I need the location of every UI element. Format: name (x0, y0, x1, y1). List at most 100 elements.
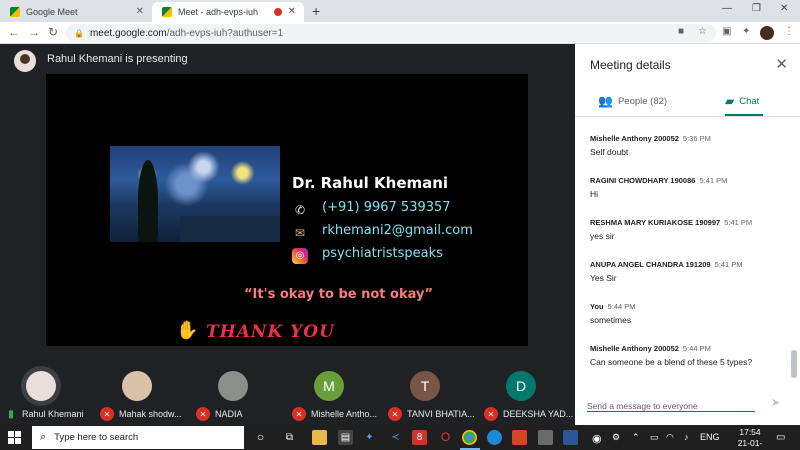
tab-google-meet[interactable]: Google Meet ✕ (0, 2, 152, 22)
edge-icon[interactable] (487, 430, 502, 445)
url-host: meet.google.com (89, 27, 167, 39)
avatar (218, 371, 248, 401)
chat-message-list[interactable]: Mishelle Anthony 200052 5:36 PM Self doub… (575, 126, 800, 376)
lock-icon: 🔒 (74, 28, 84, 38)
avatar (122, 371, 152, 401)
cortana-icon[interactable]: ○ (253, 430, 268, 445)
tab-title: Meet - adh-evps-iuh (178, 7, 259, 17)
slide-email: rkhemani2@gmail.com (322, 223, 473, 238)
close-panel-icon[interactable]: ✕ (775, 55, 788, 73)
instagram-icon: ◎ (292, 248, 308, 264)
meet-favicon-icon (162, 7, 172, 17)
vscode-icon[interactable]: ≺ (388, 430, 403, 445)
mic-off-icon: ✕ (100, 407, 114, 421)
message-time: 5:41 PM (724, 218, 753, 227)
reload-icon[interactable]: ↻ (48, 25, 58, 39)
tab-title: Google Meet (26, 7, 78, 17)
avatar: T (410, 371, 440, 401)
maximize-button[interactable]: ❐ (752, 3, 761, 14)
camera-icon[interactable]: ■ (678, 26, 684, 37)
bookmark-star-icon[interactable]: ☆ (698, 26, 707, 37)
store-icon[interactable]: ▤ (338, 430, 353, 445)
send-icon[interactable]: ➤ (771, 396, 780, 409)
extension-icon[interactable]: ▣ (722, 26, 731, 37)
chat-message: ANUPA ANGEL CHANDRA 191209 5:41 PM Yes Si… (590, 260, 790, 283)
close-tab-icon[interactable]: ✕ (136, 6, 144, 17)
notification-icon[interactable]: ▭ (776, 432, 785, 443)
system-clock[interactable]: 17:54 21-01-2021 (730, 427, 770, 450)
slide-instagram: psychiatristspeaks (322, 246, 443, 261)
participant-name: TANVI BHATIA... (407, 409, 475, 419)
avatar: D (506, 371, 536, 401)
presenter-avatar (14, 50, 36, 72)
participant-tile[interactable]: T ✕ TANVI BHATIA... (384, 347, 480, 425)
participant-name: Mahak shodw... (119, 409, 182, 419)
speaking-mic-icon: ▮ (8, 408, 14, 420)
clock-date: 21-01-2021 (737, 438, 763, 450)
divider (575, 116, 800, 117)
close-window-button[interactable]: ✕ (780, 3, 788, 14)
participant-name: Rahul Khemani (22, 409, 84, 419)
tab-label: Chat (739, 95, 760, 107)
mail-app-icon[interactable]: 8 (412, 430, 427, 445)
participant-tile[interactable]: ✕ Mahak shodw... (96, 347, 192, 425)
new-tab-button[interactable]: + (312, 3, 320, 19)
paint-icon[interactable] (538, 430, 553, 445)
message-text: yes sir (590, 231, 615, 241)
task-view-icon[interactable]: ⧉ (282, 430, 297, 445)
puzzle-icon[interactable]: ✦ (742, 26, 750, 37)
chrome-icon[interactable] (462, 430, 477, 445)
message-input-wrapper (587, 396, 755, 414)
tab-chat[interactable]: ▰ Chat (725, 94, 759, 108)
tray-overflow-icon[interactable]: ⌃ (632, 432, 640, 443)
message-time: 5:44 PM (607, 302, 636, 311)
starry-night-image (110, 146, 280, 242)
search-icon: ⌕ (40, 431, 47, 443)
forward-arrow-icon[interactable]: → (28, 25, 40, 39)
participant-tile[interactable]: M ✕ Mishelle Antho... (288, 347, 384, 425)
file-explorer-icon[interactable] (312, 430, 327, 445)
opera-icon[interactable]: O (438, 430, 453, 445)
menu-kebab-icon[interactable]: ⋮ (784, 26, 794, 37)
battery-icon[interactable]: ▭ (650, 432, 659, 443)
tab-people[interactable]: 👥 People (82) (598, 94, 667, 108)
message-sender: ANUPA ANGEL CHANDRA 191209 (590, 260, 711, 269)
language-indicator[interactable]: ENG (700, 432, 720, 442)
search-placeholder: Type here to search (54, 432, 139, 443)
powerpoint-icon[interactable] (512, 430, 527, 445)
chat-icon: ▰ (725, 94, 735, 108)
participant-name: Mishelle Antho... (311, 409, 378, 419)
chrome-tray-icon[interactable]: ◉ (592, 432, 602, 445)
taskbar-search[interactable]: ⌕ Type here to search (32, 426, 244, 449)
presentation-slide: Dr. Rahul Khemani ✆ (+91) 9967 539357 ✉ … (46, 74, 528, 346)
windows-start-icon[interactable] (8, 431, 21, 444)
slide-phone: (+91) 9967 539357 (322, 200, 451, 215)
url-field[interactable]: 🔒 meet.google.com/adh-evps-iuh?authuser=… (66, 24, 716, 42)
word-icon[interactable] (563, 430, 578, 445)
close-tab-icon[interactable]: ✕ (288, 6, 296, 17)
wifi-icon[interactable]: ◠ (666, 432, 674, 443)
meet-favicon-icon (10, 7, 20, 17)
slide-name: Dr. Rahul Khemani (292, 174, 449, 192)
message-sender: Mishelle Anthony 200052 (590, 344, 679, 353)
chat-message: RESHMA MARY KURIAKOSE 190997 5:41 PM yes … (590, 218, 790, 241)
volume-icon[interactable]: ♪ (684, 432, 689, 442)
slide-thank-you: THANK YOU (206, 322, 335, 342)
participant-tile[interactable]: D ✕ DEEKSHA YAD... (480, 347, 576, 425)
mail-icon: ✉ (294, 226, 306, 240)
phone-icon: ✆ (294, 203, 306, 217)
chat-scrollbar[interactable] (791, 350, 797, 378)
back-arrow-icon[interactable]: ← (8, 25, 20, 39)
participant-name: DEEKSHA YAD... (503, 409, 574, 419)
minimize-button[interactable]: — (722, 3, 732, 14)
participant-tile[interactable]: ✕ NADIA (192, 347, 288, 425)
mic-off-icon: ✕ (388, 407, 402, 421)
network-share-icon[interactable]: ⚙ (612, 432, 620, 443)
presenting-label: Rahul Khemani is presenting (47, 53, 188, 65)
chat-message-input[interactable] (587, 398, 755, 414)
dropbox-icon[interactable]: ✦ (362, 430, 377, 445)
profile-avatar[interactable] (760, 26, 774, 40)
participant-tile[interactable]: ▮ Rahul Khemani (0, 347, 96, 425)
clock-time: 17:54 (739, 427, 761, 437)
tab-meet-active[interactable]: Meet - adh-evps-iuh ✕ (152, 2, 304, 22)
